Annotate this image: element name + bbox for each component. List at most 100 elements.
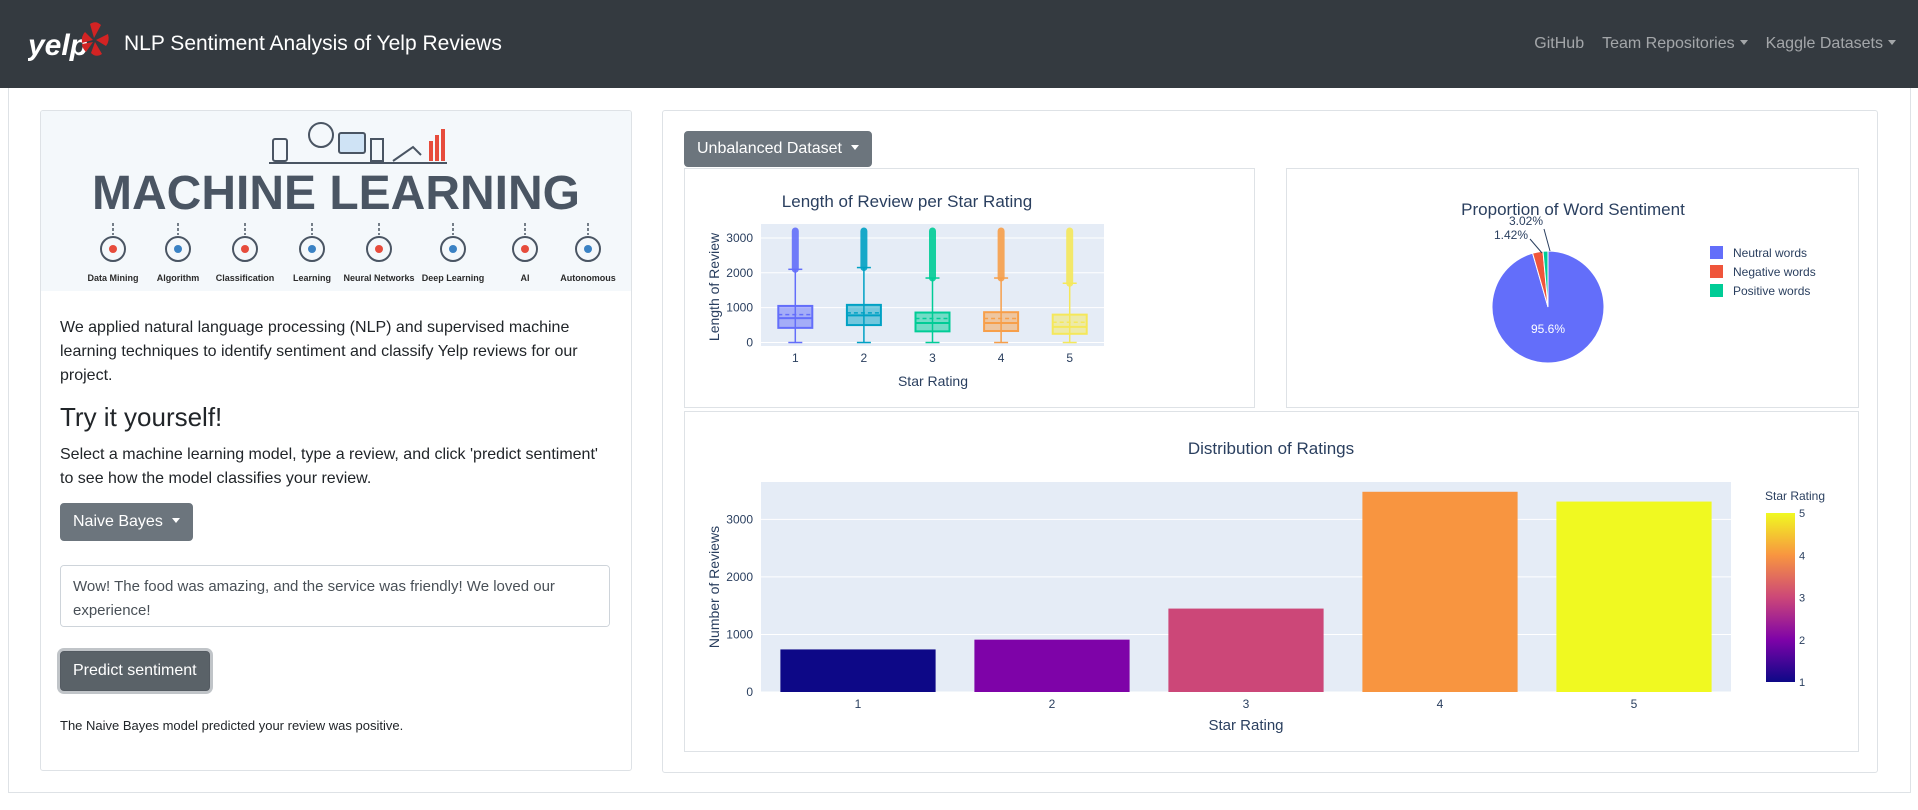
pie-title: Proportion of Word Sentiment	[1461, 200, 1685, 219]
box-body	[1051, 313, 1088, 335]
banner-item-label: Deep Learning	[422, 273, 485, 283]
pie-label-leader	[1529, 238, 1543, 254]
robot-lab-icon	[269, 122, 447, 164]
bar-xlabel: Star Rating	[1208, 717, 1283, 734]
pie-legend-swatch	[1710, 246, 1723, 259]
try-it-heading: Try it yourself!	[60, 402, 223, 432]
right-card: Unbalanced Dataset Length of Review per …	[662, 110, 1878, 773]
nav-team-repositories-dropdown[interactable]: Team Repositories	[1602, 35, 1748, 53]
yelp-logo-text: yelp	[28, 29, 88, 62]
box-ytick-label: 0	[746, 336, 753, 350]
bar-ytick-label: 2000	[726, 570, 753, 584]
box-xtick-label: 3	[929, 351, 936, 365]
box-ytick-label: 2000	[726, 266, 753, 280]
banner-title: MACHINE LEARNING	[92, 167, 580, 220]
bar-chart[interactable]: Distribution of Ratings 0 1000 2000 3000 1 2…	[685, 412, 1858, 751]
left-body: We applied natural language processing (…	[60, 316, 610, 491]
box-xtick-label: 5	[1066, 351, 1073, 365]
box-xtick-label: 1	[792, 351, 799, 365]
navbar: yelp NLP Sentiment Analysis of Yelp Revi…	[0, 0, 1918, 88]
banner-item-label: Data Mining	[88, 273, 139, 283]
bar-ytick-label: 0	[746, 685, 753, 699]
box-plot[interactable]: Length of Review per Star Rating 0 1000 20…	[685, 169, 1254, 407]
dataset-select-dropdown[interactable]: Unbalanced Dataset	[684, 131, 873, 167]
box-ytick-label: 1000	[726, 301, 753, 315]
pie-legend-label: Positive words	[1733, 284, 1810, 298]
banner-item-icon-dot	[584, 245, 592, 253]
prediction-result: The Naive Bayes model predicted your rev…	[60, 718, 404, 733]
banner-item-icon-dot	[449, 245, 457, 253]
banner-items: Data Mining Algorithm Classification Learni…	[88, 223, 616, 283]
intro-text: We applied natural language processing (…	[60, 319, 578, 384]
bar-xtick-label: 4	[1437, 697, 1444, 711]
colorbar	[1766, 513, 1795, 682]
bar-ytick-label: 1000	[726, 627, 753, 641]
banner-item-label: Neural Networks	[343, 273, 414, 283]
box-body	[983, 311, 1020, 333]
nav-kaggle-datasets-dropdown[interactable]: Kaggle Datasets	[1766, 35, 1896, 53]
colorbar-tick-label: 4	[1799, 550, 1805, 562]
bar-4	[1362, 491, 1518, 692]
box-body	[777, 304, 814, 329]
left-card: MACHINE LEARNING Data Mining Algorithm Cla…	[40, 110, 632, 771]
bar-title: Distribution of Ratings	[1188, 439, 1354, 458]
banner-item-icon-dot	[375, 245, 383, 253]
machine-learning-banner: MACHINE LEARNING Data Mining Algorithm Cla…	[41, 111, 631, 291]
bar-panel: Distribution of Ratings 0 1000 2000 3000 1 2…	[684, 411, 1859, 752]
banner-item-icon-dot	[521, 245, 529, 253]
banner-item-label: AI	[521, 273, 530, 283]
nav-links: GitHub Team Repositories Kaggle Datasets	[1534, 35, 1896, 53]
pie-legend-label: Negative words	[1733, 265, 1816, 279]
app-title[interactable]: NLP Sentiment Analysis of Yelp Reviews	[124, 32, 502, 56]
box-plot-panel: Length of Review per Star Rating 0 1000 20…	[684, 168, 1255, 408]
colorbar-tick-label: 1	[1799, 677, 1805, 689]
banner-item-icon-dot	[109, 245, 117, 253]
pie-value-label: 1.42%	[1494, 228, 1528, 242]
box-ytick-label: 3000	[726, 231, 753, 245]
box-plot-ylabel: Length of Review	[706, 232, 722, 341]
banner-item-icon-dot	[174, 245, 182, 253]
banner-item-label: Algorithm	[157, 273, 200, 283]
nav-github-link[interactable]: GitHub	[1534, 35, 1584, 53]
pie-panel: Proportion of Word Sentiment 95.6% 3.02% 1…	[1286, 168, 1859, 408]
pie-legend-swatch	[1710, 265, 1723, 278]
banner-item-label: Learning	[293, 273, 331, 283]
colorbar-tick-label: 2	[1799, 635, 1805, 647]
colorbar-tick-label: 3	[1799, 593, 1805, 605]
bar-xtick-label: 1	[855, 697, 862, 711]
bar-xtick-label: 5	[1631, 697, 1638, 711]
bar-5	[1556, 501, 1712, 692]
yelp-logo[interactable]: yelp	[28, 22, 110, 66]
box-plot-title: Length of Review per Star Rating	[782, 192, 1032, 211]
try-it-instructions: Select a machine learning model, type a …	[60, 446, 598, 487]
bar-xtick-label: 2	[1049, 697, 1056, 711]
nav-team-label: Team Repositories	[1602, 35, 1735, 52]
pie-value-label: 95.6%	[1531, 322, 1565, 336]
colorbar-tick-label: 5	[1799, 508, 1805, 520]
box-plot-xlabel: Star Rating	[898, 373, 968, 389]
bar-ylabel: Number of Reviews	[706, 526, 722, 648]
dataset-select-label: Unbalanced Dataset	[697, 140, 842, 157]
box-xtick-label: 4	[998, 351, 1005, 365]
review-input[interactable]: Wow! The food was amazing, and the servi…	[60, 565, 610, 627]
bar-ytick-label: 3000	[726, 512, 753, 526]
pie-legend-label: Neutral words	[1733, 246, 1807, 260]
model-select-dropdown[interactable]: Naive Bayes	[60, 503, 194, 541]
yelp-burst-icon	[81, 22, 109, 56]
box-xtick-label: 2	[861, 351, 868, 365]
banner-item-label: Classification	[216, 273, 275, 283]
pie-value-label: 3.02%	[1509, 214, 1543, 228]
bar-1	[780, 649, 936, 692]
model-select-label: Naive Bayes	[73, 513, 163, 530]
pie-chart[interactable]: Proportion of Word Sentiment 95.6% 3.02%1…	[1287, 169, 1858, 407]
box-body	[914, 311, 951, 333]
bar-xtick-label: 3	[1243, 697, 1250, 711]
pie-legend-swatch	[1710, 284, 1723, 297]
nav-kaggle-label: Kaggle Datasets	[1765, 35, 1883, 52]
pie-label-leader	[1543, 228, 1551, 252]
colorbar-title: Star Rating	[1765, 489, 1825, 503]
banner-item-icon-dot	[241, 245, 249, 253]
predict-sentiment-button[interactable]: Predict sentiment	[60, 651, 210, 691]
bar-3	[1168, 608, 1324, 692]
banner-item-icon-dot	[308, 245, 316, 253]
